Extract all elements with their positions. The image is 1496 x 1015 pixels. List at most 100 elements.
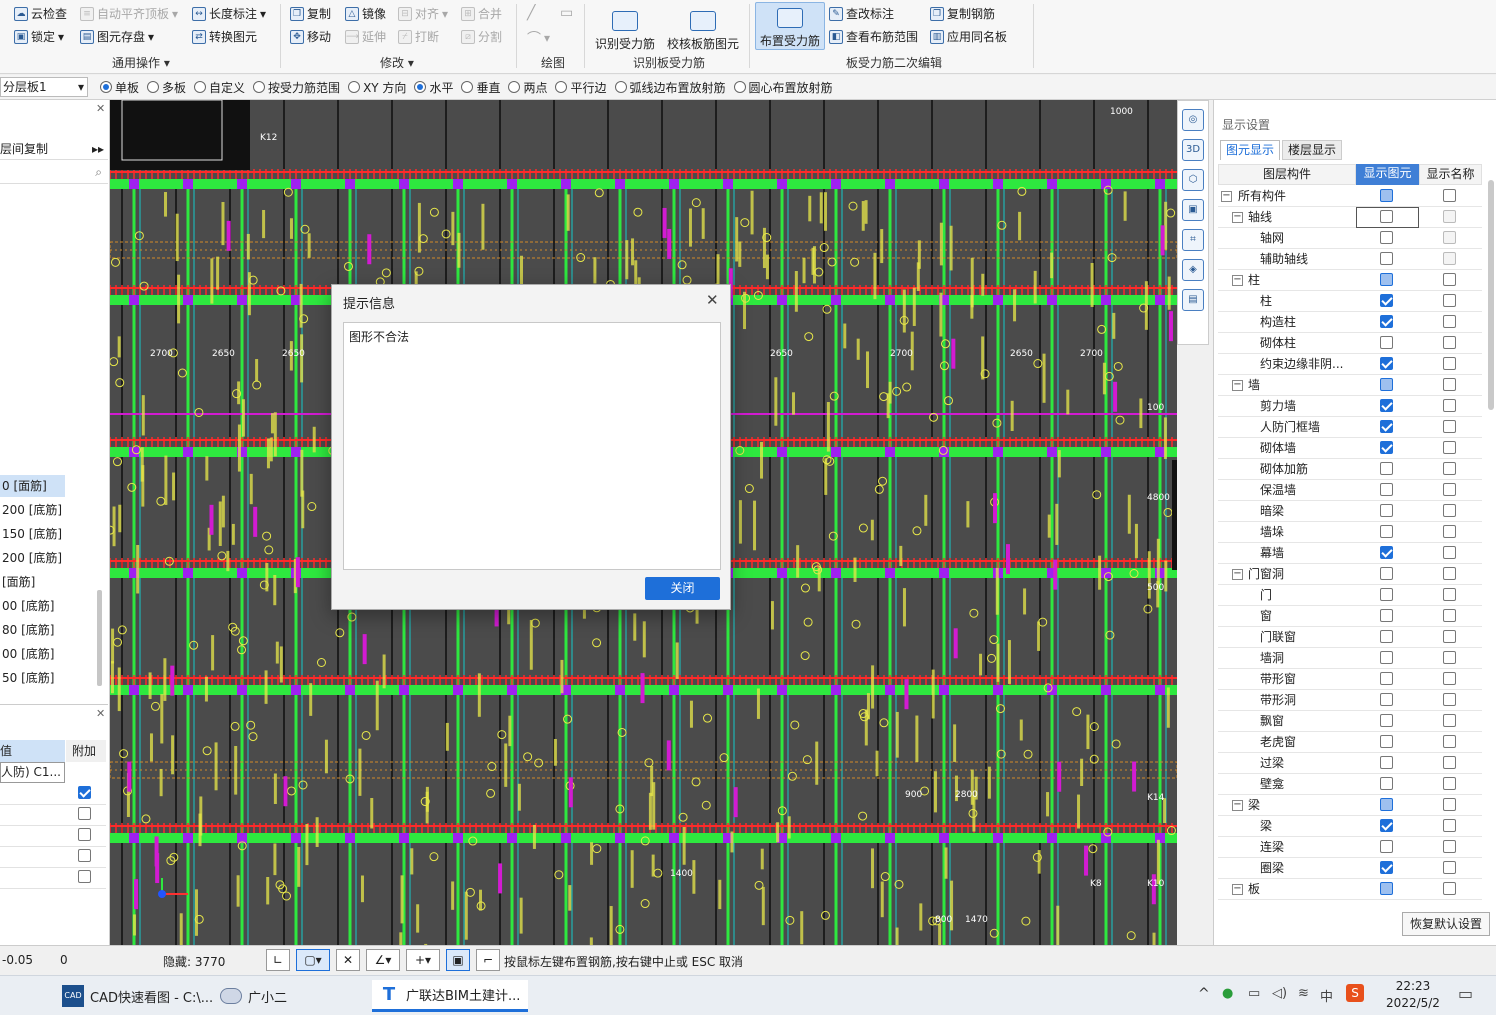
close-icon[interactable]: ✕ xyxy=(96,102,105,115)
scrollbar[interactable] xyxy=(97,590,102,686)
tree-row[interactable]: − 板 xyxy=(1218,879,1482,900)
tree-row[interactable]: − 墙 xyxy=(1218,375,1482,396)
tree-row[interactable]: 老虎窗 xyxy=(1218,732,1482,753)
show-element-checkbox[interactable] xyxy=(1380,378,1393,391)
volume-icon[interactable]: ◁) xyxy=(1272,986,1287,1001)
check-mark-button[interactable]: ✎ 查改标注 xyxy=(829,5,894,22)
show-name-checkbox[interactable] xyxy=(1443,588,1456,601)
checkbox[interactable] xyxy=(78,807,91,820)
col-show-element[interactable]: 显示图元 xyxy=(1356,164,1419,185)
align-button[interactable]: ⊟ 对齐 ▾ xyxy=(398,5,448,22)
show-name-checkbox[interactable] xyxy=(1443,399,1456,412)
show-element-checkbox[interactable] xyxy=(1380,399,1393,412)
radio-icon[interactable] xyxy=(461,81,474,93)
show-name-checkbox[interactable] xyxy=(1443,714,1456,727)
show-name-checkbox[interactable] xyxy=(1443,735,1456,748)
tree-row[interactable]: 柱 xyxy=(1218,291,1482,312)
show-name-checkbox[interactable] xyxy=(1443,441,1456,454)
radio-icon[interactable] xyxy=(100,81,112,93)
show-element-checkbox[interactable] xyxy=(1380,504,1393,517)
show-name-checkbox[interactable] xyxy=(1443,819,1456,832)
tree-row[interactable]: 剪力墙 xyxy=(1218,396,1482,417)
clock[interactable]: 22:23 2022/5/2 xyxy=(1378,978,1448,1012)
show-element-checkbox[interactable] xyxy=(1380,231,1393,244)
select-rect-icon[interactable]: ▢▾ xyxy=(296,949,330,971)
draw-line-button[interactable]: ╱ xyxy=(527,5,535,21)
show-name-checkbox[interactable] xyxy=(1443,672,1456,685)
restore-default-button[interactable]: 恢复默认设置 xyxy=(1402,912,1490,936)
show-element-checkbox[interactable] xyxy=(1380,546,1393,559)
close-icon[interactable]: ✕ xyxy=(706,291,719,309)
show-element-checkbox[interactable] xyxy=(1380,777,1393,790)
tree-row[interactable]: 梁 xyxy=(1218,816,1482,837)
auto-align-top-button[interactable]: ≡ 自动平齐顶板 ▾ xyxy=(80,5,178,22)
collapse-icon[interactable]: − xyxy=(1232,569,1243,580)
show-name-checkbox[interactable] xyxy=(1443,294,1456,307)
show-name-checkbox[interactable] xyxy=(1443,756,1456,769)
show-element-checkbox[interactable] xyxy=(1380,882,1393,895)
scrollbar[interactable] xyxy=(1488,180,1494,410)
show-element-checkbox[interactable] xyxy=(1380,441,1393,454)
radio-icon[interactable] xyxy=(614,81,627,93)
tree-row[interactable]: 门 xyxy=(1218,585,1482,606)
tree-row[interactable]: 壁龛 xyxy=(1218,774,1482,795)
col-show-name[interactable]: 显示名称 xyxy=(1419,164,1482,185)
show-name-checkbox[interactable] xyxy=(1443,693,1456,706)
option-7[interactable]: 两点 xyxy=(502,79,549,96)
collapse-icon[interactable]: − xyxy=(1232,884,1243,895)
show-name-checkbox[interactable] xyxy=(1443,483,1456,496)
notification-icon[interactable]: ▭ xyxy=(1458,984,1473,1003)
tree-row[interactable]: 构造柱 xyxy=(1218,312,1482,333)
show-element-checkbox[interactable] xyxy=(1380,189,1393,202)
list-item[interactable]: [面筋] xyxy=(0,571,96,593)
close-icon[interactable]: ✕ xyxy=(96,707,105,720)
length-dim-button[interactable]: ↔ 长度标注 ▾ xyxy=(192,5,266,22)
tree-row[interactable]: 人防门框墙 xyxy=(1218,417,1482,438)
view-3d-icon[interactable]: 3D xyxy=(1182,139,1204,161)
show-name-checkbox[interactable] xyxy=(1443,546,1456,559)
tree-row[interactable]: 窗 xyxy=(1218,606,1482,627)
show-name-checkbox[interactable] xyxy=(1443,567,1456,580)
tree-row[interactable]: 辅助轴线 xyxy=(1218,249,1482,270)
list-item[interactable]: 00 [底筋] xyxy=(0,595,96,617)
checkbox[interactable] xyxy=(78,786,91,799)
break-button[interactable]: ⌿ 打断 xyxy=(398,28,439,45)
show-name-checkbox[interactable] xyxy=(1443,777,1456,790)
fit-view-icon[interactable]: ⌗ xyxy=(1182,229,1204,251)
show-element-checkbox[interactable] xyxy=(1380,420,1393,433)
tree-row[interactable]: 暗梁 xyxy=(1218,501,1482,522)
tree-row[interactable]: 飘窗 xyxy=(1218,711,1482,732)
show-name-checkbox[interactable] xyxy=(1443,525,1456,538)
tree-row[interactable]: − 梁 xyxy=(1218,795,1482,816)
tree-row[interactable]: − 所有构件 xyxy=(1218,186,1482,207)
show-element-checkbox[interactable] xyxy=(1380,630,1393,643)
show-element-checkbox[interactable] xyxy=(1380,294,1393,307)
collapse-icon[interactable]: − xyxy=(1221,191,1232,202)
show-name-checkbox[interactable] xyxy=(1443,630,1456,643)
radio-icon[interactable] xyxy=(733,81,746,93)
radio-icon[interactable] xyxy=(147,81,160,93)
tree-row[interactable]: 带形窗 xyxy=(1218,669,1482,690)
cube-view-icon[interactable]: ⬡ xyxy=(1182,169,1204,191)
tree-row[interactable]: 圈梁 xyxy=(1218,858,1482,879)
extend-button[interactable]: ⟶ 延伸 xyxy=(345,28,386,45)
copy-button[interactable]: ❐ 复制 xyxy=(290,5,331,22)
show-element-checkbox[interactable] xyxy=(1380,840,1393,853)
list-item[interactable]: 150 [底筋] xyxy=(0,523,96,545)
network-icon[interactable]: ≋ xyxy=(1298,986,1309,1001)
list-item[interactable]: 00 [底筋] xyxy=(0,643,96,665)
option-1[interactable]: 多板 xyxy=(141,79,188,96)
cross-select-icon[interactable]: ✕ xyxy=(336,949,360,971)
taskbar-app-glodon[interactable]: T 广联达BIM土建计... xyxy=(372,980,528,1012)
show-name-checkbox[interactable] xyxy=(1443,462,1456,475)
view-range-button[interactable]: ◧ 查看布筋范围 xyxy=(829,28,918,45)
show-element-checkbox[interactable] xyxy=(1380,819,1393,832)
option-9[interactable]: 弧线边布置放射筋 xyxy=(609,79,728,96)
collapse-icon[interactable]: − xyxy=(1232,800,1243,811)
option-0[interactable]: 单板 xyxy=(94,79,141,96)
show-name-checkbox[interactable] xyxy=(1443,357,1456,370)
layer-view-icon[interactable]: ◈ xyxy=(1182,259,1204,281)
show-element-checkbox[interactable] xyxy=(1380,252,1393,265)
tree-row[interactable]: 过梁 xyxy=(1218,753,1482,774)
tree-row[interactable]: 墙洞 xyxy=(1218,648,1482,669)
